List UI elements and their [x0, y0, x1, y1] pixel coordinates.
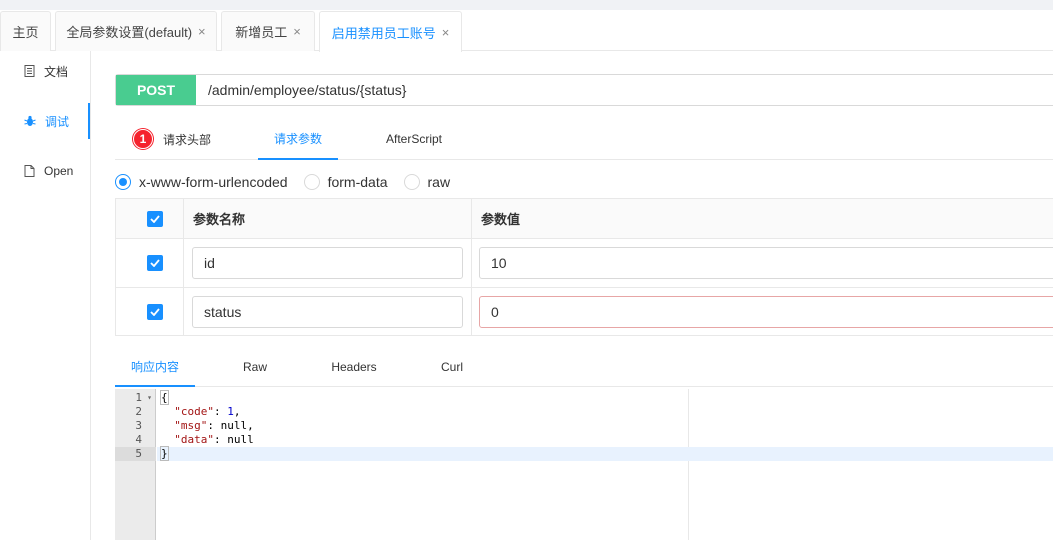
code-line: { — [160, 390, 169, 405]
body-type-radio-group: x-www-form-urlencoded form-data raw — [115, 172, 466, 192]
doc-icon — [24, 65, 35, 77]
param-name-input[interactable]: id — [192, 247, 463, 279]
headers-count-badge: 1 — [133, 129, 153, 149]
tab-afterscript[interactable]: AfterScript — [386, 118, 442, 160]
table-row: id 10 — [116, 239, 1053, 288]
sidebar-item-label: 调试 — [45, 114, 70, 129]
tab-add-employee[interactable]: 新增员工 × — [221, 11, 315, 51]
radio-raw[interactable]: raw — [403, 174, 451, 190]
radio-label: x-www-form-urlencoded — [139, 174, 288, 190]
line-number: 4 — [135, 433, 142, 446]
tab-label: AfterScript — [386, 132, 443, 146]
tab-home[interactable]: 主页 — [0, 11, 51, 51]
tab-toggle-employee-status[interactable]: 启用禁用员工账号 × — [319, 11, 462, 52]
radio-label: raw — [427, 174, 451, 190]
code-line: "code": 1, — [174, 405, 241, 418]
tab-label: 请求头部 — [163, 132, 212, 147]
close-icon[interactable]: × — [198, 24, 206, 39]
params-table: 参数名称 参数值 id 10 status 0 — [115, 198, 1053, 336]
http-method-badge[interactable]: POST — [116, 75, 196, 105]
tab-label: 新增员工 — [235, 25, 288, 40]
top-tab-bar: 主页 全局参数设置(default) × 新增员工 × 启用禁用员工账号 × — [0, 0, 1053, 52]
tab-label: 全局参数设置(default) — [66, 25, 193, 40]
tab-response-content[interactable]: 响应内容 — [115, 347, 195, 387]
sidebar-item-label: 文档 — [44, 64, 69, 79]
bug-icon — [24, 115, 36, 126]
tab-label: 启用禁用员工账号 — [331, 25, 436, 41]
request-url-input[interactable]: /admin/employee/status/{status} — [196, 75, 406, 105]
sidebar-item-label: Open — [44, 164, 74, 178]
code-line: "data": null — [174, 433, 254, 446]
response-tabs: 响应内容 Raw Headers Curl — [115, 347, 1053, 387]
request-url-bar: POST /admin/employee/status/{status} — [115, 74, 1053, 106]
fold-arrow-icon[interactable]: ▾ — [147, 391, 152, 405]
header-param-value: 参数值 — [481, 212, 521, 227]
select-all-checkbox[interactable] — [147, 210, 163, 227]
table-header-row: 参数名称 参数值 — [116, 199, 1053, 239]
line-number: 1 ▾ — [135, 391, 152, 405]
check-icon — [150, 308, 160, 316]
row-checkbox[interactable] — [147, 255, 163, 271]
tab-request-params[interactable]: 请求参数 — [258, 118, 338, 160]
sidebar-item-debug[interactable]: 调试 — [0, 103, 90, 139]
radio-circle[interactable] — [115, 174, 131, 190]
header-param-name: 参数名称 — [193, 212, 246, 227]
sidebar-item-open[interactable]: Open — [0, 153, 90, 189]
request-subtabs: 1 请求头部 请求参数 AfterScript — [115, 118, 1053, 160]
radio-circle[interactable] — [303, 174, 320, 190]
sidebar-item-doc[interactable]: 文档 — [0, 53, 90, 89]
tab-response-headers[interactable]: Headers — [314, 347, 394, 387]
close-icon[interactable]: × — [442, 25, 450, 40]
select-all-cell — [147, 199, 163, 238]
line-number: 2 — [135, 405, 142, 418]
tab-global-params[interactable]: 全局参数设置(default) × — [55, 11, 217, 51]
row-checkbox[interactable] — [147, 304, 163, 320]
tab-label: 主页 — [12, 25, 39, 40]
tab-response-raw[interactable]: Raw — [215, 347, 295, 387]
line-number: 3 — [135, 419, 142, 432]
radio-label: form-data — [327, 174, 388, 190]
tab-response-curl[interactable]: Curl — [412, 347, 492, 387]
line-number: 5 — [115, 447, 156, 461]
response-code-editor[interactable]: 1 ▾ 2 3 4 5 { "code": 1, "msg": null, "da… — [115, 389, 1053, 540]
radio-x-www-form-urlencoded[interactable]: x-www-form-urlencoded — [115, 174, 288, 190]
radio-form-data[interactable]: form-data — [303, 174, 388, 190]
tab-request-headers[interactable]: 1 请求头部 — [133, 118, 211, 160]
table-row: status 0 — [116, 288, 1053, 336]
line-number-gutter: 1 ▾ 2 3 4 5 — [115, 389, 156, 540]
radio-circle[interactable] — [403, 174, 420, 190]
code-line: } — [157, 446, 1053, 461]
tab-label: 请求参数 — [273, 131, 322, 146]
close-icon[interactable]: × — [293, 24, 301, 39]
check-icon — [150, 259, 160, 267]
param-value-input[interactable]: 0 — [479, 296, 1053, 328]
code-line: "msg": null, — [174, 419, 254, 432]
param-value-input[interactable]: 10 — [479, 247, 1053, 279]
file-icon — [24, 165, 35, 177]
check-icon — [150, 214, 160, 223]
param-name-input[interactable]: status — [192, 296, 463, 328]
sidebar: 文档 调试 Open — [0, 51, 91, 540]
